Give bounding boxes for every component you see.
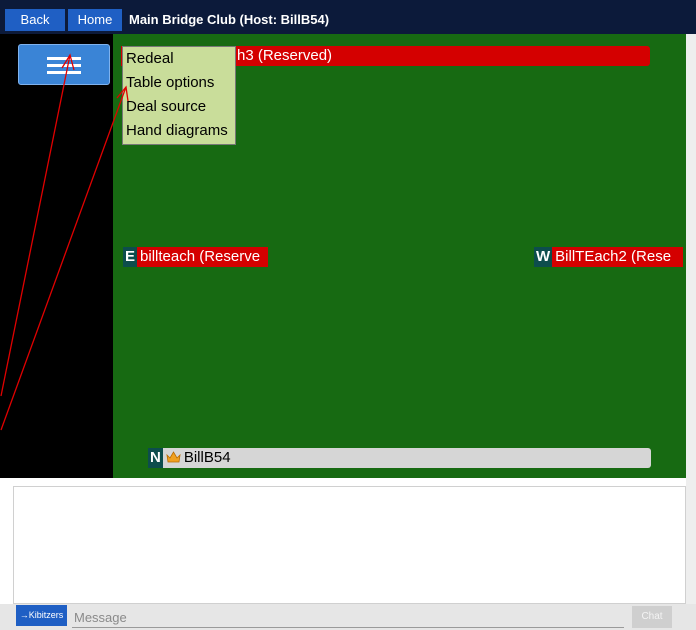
message-input[interactable] [72,607,624,628]
home-button[interactable]: Home [68,9,122,31]
page-title: Main Bridge Club (Host: BillB54) [129,12,330,27]
seat-west-name: BillTEach2 (Rese [555,248,672,265]
menu-item-hand-diagrams[interactable]: Hand diagrams [123,119,235,143]
hamburger-menu-icon [47,57,81,60]
top-bar: Back Home Main Bridge Club (Host: BillB5… [0,0,696,34]
menu-item-table-options[interactable]: Table options [123,71,235,95]
hamburger-menu-icon-line [47,64,81,67]
right-scroll-edge [686,34,696,604]
back-button[interactable]: Back [5,9,65,31]
seat-east[interactable]: Ebillteach (Reserve [123,247,268,267]
menu-item-deal-source[interactable]: Deal source [123,95,235,119]
seat-west-letter: W [534,247,553,267]
chat-send-button[interactable]: Chat [632,606,672,628]
crown-icon [166,449,181,463]
hamburger-menu-icon-line [47,71,81,74]
menu-item-redeal[interactable]: Redeal [123,47,235,71]
chat-log [13,486,686,604]
seat-east-name: billteach (Reserve [140,248,261,265]
app-root: Back Home Main Bridge Club (Host: BillB5… [0,0,696,630]
seat-north-name: BillB54 [183,449,231,466]
hamburger-menu-button[interactable] [18,44,110,85]
seat-west[interactable]: W BillTEach2 (Rese [534,247,683,267]
left-panel [0,34,113,478]
table-menu-dropdown: Redeal Table options Deal source Hand di… [122,46,236,145]
seat-north-letter: N [148,448,163,468]
kibitzers-button[interactable]: →Kibitzers [16,605,67,626]
seat-north[interactable]: N BillB54 [148,448,651,468]
seat-east-letter: E [123,247,138,267]
